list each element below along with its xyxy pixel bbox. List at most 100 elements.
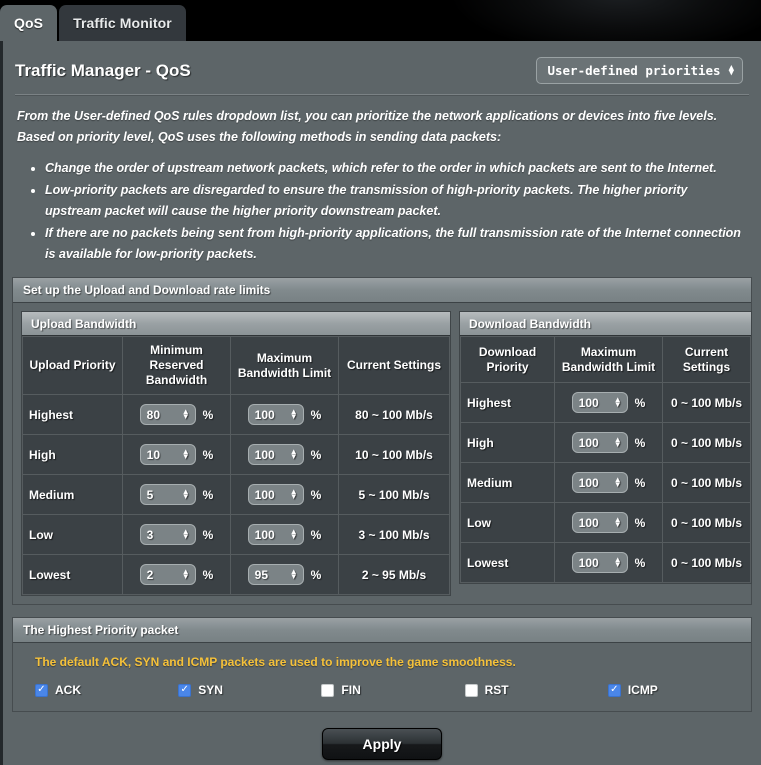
download-col-current: Current Settings <box>662 336 751 383</box>
checkbox-syn-label: SYN <box>198 683 223 697</box>
checkbox-checked-icon[interactable]: ✓ <box>35 683 48 697</box>
tab-qos[interactable]: QoS <box>0 5 58 41</box>
spinner-arrows-icon[interactable]: ▲ ▼ <box>614 556 622 568</box>
download-max-unit: % <box>634 395 646 410</box>
description-bullet: Low-priority packets are disregarded to … <box>45 180 743 222</box>
title-row: Traffic Manager - QoS User-defined prior… <box>3 41 761 84</box>
spinner-arrows-icon[interactable]: ▲ ▼ <box>182 528 190 540</box>
packet-note: The default ACK, SYN and ICMP packets ar… <box>35 655 516 669</box>
upload-max-input[interactable]: 100 ▲ ▼ <box>247 524 304 545</box>
qos-mode-dropdown-value: User-defined priorities <box>547 63 721 78</box>
upload-max-input[interactable]: 100 ▲ ▼ <box>247 404 304 425</box>
download-priority-label: High <box>460 422 555 463</box>
upload-bandwidth-table: Upload Bandwidth Upload Priority Minimum… <box>21 311 451 596</box>
upload-min-value: 2 <box>146 567 154 582</box>
rate-limits-section-title: Set up the Upload and Download rate limi… <box>13 278 751 303</box>
download-max-value: 100 <box>578 515 599 530</box>
table-row: Lowest 2 ▲ ▼ % 95 ▲ ▼ % 2 ~ 95 Mb/s <box>22 554 450 595</box>
table-row: High 10 ▲ ▼ % 100 ▲ ▼ % 10 ~ 100 Mb/s <box>22 434 450 475</box>
table-row: Medium 5 ▲ ▼ % 100 ▲ ▼ % 5 ~ 100 Mb/s <box>22 474 450 515</box>
apply-button[interactable]: Apply <box>322 728 442 760</box>
upload-header-row: Upload Priority Minimum Reserved Bandwid… <box>22 336 450 395</box>
download-bandwidth-table: Download Bandwidth Download Priority Max… <box>459 311 752 584</box>
spinner-arrows-icon[interactable]: ▲ ▼ <box>290 488 298 500</box>
upload-max-input[interactable]: 100 ▲ ▼ <box>247 484 304 505</box>
packet-checkbox-row: ✓ ACK ✓ SYN ✓ FIN ✓ RST ✓ ICMP <box>13 683 751 697</box>
spinner-arrows-icon[interactable]: ▲ ▼ <box>290 408 298 420</box>
download-max-input[interactable]: 100 ▲ ▼ <box>571 552 628 573</box>
download-current-setting: 0 ~ 100 Mb/s <box>662 462 751 503</box>
spinner-arrows-icon[interactable]: ▲ ▼ <box>614 396 622 408</box>
spinner-arrows-icon[interactable]: ▲ ▼ <box>182 568 190 580</box>
upload-min-cell: 5 ▲ ▼ % <box>122 474 231 515</box>
upload-max-unit: % <box>310 487 322 502</box>
download-max-input[interactable]: 100 ▲ ▼ <box>571 472 628 493</box>
spinner-arrows-icon[interactable]: ▲ ▼ <box>290 528 298 540</box>
checkbox-checked-icon[interactable]: ✓ <box>178 683 192 697</box>
spinner-arrows-icon[interactable]: ▲ ▼ <box>614 476 622 488</box>
checkbox-icmp[interactable]: ✓ ICMP <box>607 683 751 697</box>
spinner-arrows-icon[interactable]: ▲ ▼ <box>290 448 298 460</box>
highest-priority-packet-title: The Highest Priority packet <box>13 618 751 643</box>
upload-min-input[interactable]: 2 ▲ ▼ <box>139 564 196 585</box>
download-max-cell: 100 ▲ ▼ % <box>554 542 663 583</box>
download-max-cell: 100 ▲ ▼ % <box>554 422 663 463</box>
table-row: Low 100 ▲ ▼ % 0 ~ 100 Mb/s <box>460 502 751 543</box>
spinner-arrows-icon[interactable]: ▲ ▼ <box>182 448 190 460</box>
upload-min-input[interactable]: 80 ▲ ▼ <box>139 404 196 425</box>
spinner-arrows-icon[interactable]: ▲ ▼ <box>614 516 622 528</box>
upload-current-setting: 3 ~ 100 Mb/s <box>338 514 450 555</box>
upload-max-unit: % <box>310 527 322 542</box>
table-row: Highest 100 ▲ ▼ % 0 ~ 100 Mb/s <box>460 382 751 423</box>
page-title: Traffic Manager - QoS <box>15 60 191 80</box>
upload-max-input[interactable]: 95 ▲ ▼ <box>247 564 304 585</box>
rate-limits-section-body: Upload Bandwidth Upload Priority Minimum… <box>13 303 752 604</box>
download-max-input[interactable]: 100 ▲ ▼ <box>571 432 628 453</box>
table-row: High 100 ▲ ▼ % 0 ~ 100 Mb/s <box>460 422 751 463</box>
download-max-unit: % <box>634 435 646 450</box>
checkbox-rst[interactable]: ✓ RST <box>464 683 608 697</box>
download-current-setting: 0 ~ 100 Mb/s <box>662 382 751 423</box>
upload-min-unit: % <box>202 567 214 582</box>
download-max-value: 100 <box>578 435 599 450</box>
download-col-max: Maximum Bandwidth Limit <box>554 336 663 383</box>
title-divider <box>15 94 749 96</box>
download-current-setting: 0 ~ 100 Mb/s <box>662 542 751 583</box>
tab-traffic-monitor[interactable]: Traffic Monitor <box>59 5 186 41</box>
upload-max-input[interactable]: 100 ▲ ▼ <box>247 444 304 465</box>
checkbox-fin[interactable]: ✓ FIN <box>321 683 464 697</box>
download-priority-label: Highest <box>460 382 555 423</box>
description-bullet: If there are no packets being sent from … <box>45 223 743 265</box>
upload-priority-label: Highest <box>22 394 123 435</box>
download-max-input[interactable]: 100 ▲ ▼ <box>571 392 628 413</box>
upload-min-value: 3 <box>146 527 154 542</box>
upload-current-setting: 80 ~ 100 Mb/s <box>338 394 450 435</box>
tab-qos-label: QoS <box>14 15 44 31</box>
upload-min-input[interactable]: 3 ▲ ▼ <box>139 524 196 545</box>
upload-max-cell: 100 ▲ ▼ % <box>230 394 339 435</box>
rate-limits-section: Set up the Upload and Download rate limi… <box>12 277 752 605</box>
upload-max-value: 100 <box>254 407 275 422</box>
download-max-input[interactable]: 100 ▲ ▼ <box>571 512 628 533</box>
spinner-arrows-icon[interactable]: ▲ ▼ <box>182 488 190 500</box>
checkbox-checked-icon[interactable]: ✓ <box>607 683 621 697</box>
upload-max-value: 100 <box>254 487 275 502</box>
checkbox-ack[interactable]: ✓ ACK <box>35 683 178 697</box>
download-max-value: 100 <box>578 555 599 570</box>
upload-min-value: 80 <box>146 407 161 422</box>
upload-min-input[interactable]: 10 ▲ ▼ <box>139 444 196 465</box>
upload-bandwidth-title: Upload Bandwidth <box>22 312 450 336</box>
upload-min-cell: 80 ▲ ▼ % <box>122 394 231 435</box>
spinner-arrows-icon[interactable]: ▲ ▼ <box>290 568 298 580</box>
spinner-arrows-icon[interactable]: ▲ ▼ <box>614 436 622 448</box>
checkbox-syn[interactable]: ✓ SYN <box>178 683 321 697</box>
checkbox-unchecked-icon[interactable]: ✓ <box>464 683 478 697</box>
upload-min-unit: % <box>202 487 214 502</box>
table-row: Medium 100 ▲ ▼ % 0 ~ 100 Mb/s <box>460 462 751 503</box>
spinner-arrows-icon[interactable]: ▲ ▼ <box>182 408 190 420</box>
checkbox-unchecked-icon[interactable]: ✓ <box>321 683 335 697</box>
upload-min-input[interactable]: 5 ▲ ▼ <box>139 484 196 505</box>
table-row: Highest 80 ▲ ▼ % 100 ▲ ▼ % 80 ~ 100 Mb/s <box>22 394 450 435</box>
qos-mode-dropdown[interactable]: User-defined priorities ▲ ▼ <box>536 57 743 84</box>
upload-min-unit: % <box>202 527 214 542</box>
